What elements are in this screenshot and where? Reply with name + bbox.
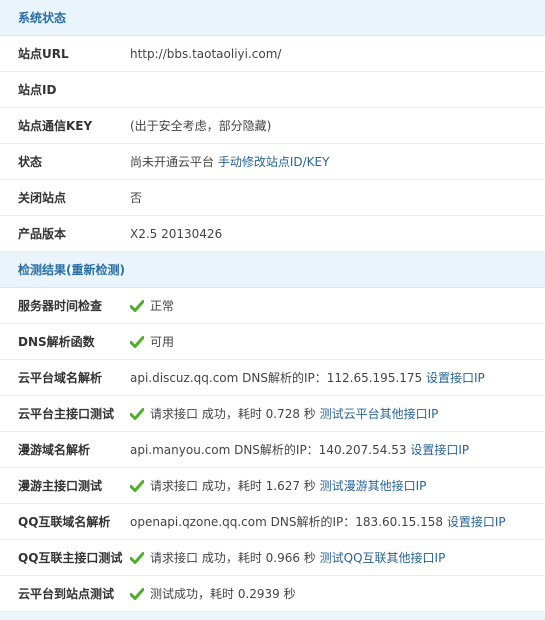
manyou-api-link[interactable]: 测试漫游其他接口IP (320, 477, 427, 494)
row-status: 状态 尚未开通云平台 手动修改站点ID/KEY (0, 144, 545, 180)
manyou-dns-value: api.manyou.com DNS解析的IP：140.207.54.53 (130, 443, 407, 457)
row-cloud-api: 云平台主接口测试 请求接口 成功，耗时 0.728 秒 测试云平台其他接口IP (0, 396, 545, 432)
qq-api-value: 请求接口 成功，耗时 0.966 秒 (150, 551, 316, 565)
row-qq-dns: QQ互联域名解析 openapi.qzone.qq.com DNS解析的IP：18… (0, 504, 545, 540)
version-label: 产品版本 (18, 227, 67, 241)
check-results-title: 检测结果( (18, 263, 72, 277)
status-value-wrap: 尚未开通云平台 手动修改站点ID/KEY (130, 153, 329, 170)
dns-function-label: DNS解析函数 (18, 335, 95, 349)
row-site-id: 站点ID (0, 72, 545, 108)
system-status-title: 系统状态 (18, 11, 67, 25)
cloud-api-link[interactable]: 测试云平台其他接口IP (320, 405, 439, 422)
cloud-to-site-value: 测试成功，耗时 0.2939 秒 (150, 587, 296, 601)
qq-api-label: QQ互联主接口测试 (18, 551, 123, 565)
cloud-dns-label: 云平台域名解析 (18, 371, 103, 385)
qq-dns-value: openapi.qzone.qq.com DNS解析的IP：183.60.15.… (130, 515, 444, 529)
row-qq-api: QQ互联主接口测试 请求接口 成功，耗时 0.966 秒 测试QQ互联其他接口IP (0, 540, 545, 576)
row-dns-function: DNS解析函数 可用 (0, 324, 545, 360)
manyou-api-label: 漫游主接口测试 (18, 479, 103, 493)
qq-dns-link[interactable]: 设置接口IP (447, 513, 506, 530)
system-status-header: 系统状态 (0, 0, 545, 36)
row-cloud-dns: 云平台域名解析 api.discuz.qq.com DNS解析的IP：112.65… (0, 360, 545, 396)
manyou-api-value-wrap: 请求接口 成功，耗时 1.627 秒 测试漫游其他接口IP (130, 477, 426, 494)
row-close-site: 关闭站点 否 (0, 180, 545, 216)
check-icon (130, 551, 144, 564)
check-icon (130, 407, 144, 420)
check-results-list: 服务器时间检查 正常 DNS解析函数 可用云平台域名解析 api.discuz.qq.c… (0, 288, 545, 612)
row-site-key: 站点通信KEY (出于安全考虑，部分隐藏) (0, 108, 545, 144)
cloud-api-label: 云平台主接口测试 (18, 407, 115, 421)
cloud-api-value: 请求接口 成功，耗时 0.728 秒 (150, 407, 316, 421)
site-id-label: 站点ID (18, 83, 57, 97)
row-cloud-to-site: 云平台到站点测试 测试成功，耗时 0.2939 秒 (0, 576, 545, 612)
row-version: 产品版本 X2.5 20130426 (0, 216, 545, 252)
manyou-dns-link[interactable]: 设置接口IP (410, 441, 469, 458)
cloud-dns-link[interactable]: 设置接口IP (426, 369, 485, 386)
cloud-status-panel: 系统状态 站点URL http://bbs.taotaoliyi.com/ 站点… (0, 0, 545, 620)
cloud-to-site-label: 云平台到站点测试 (18, 587, 115, 601)
version-value: X2.5 20130426 (130, 226, 223, 241)
check-results-header: 检测结果(重新检测) (0, 252, 545, 288)
recheck-link[interactable]: 重新检测 (72, 263, 120, 277)
cloud-to-site-value-wrap: 测试成功，耗时 0.2939 秒 (130, 585, 296, 602)
dns-function-value: 可用 (150, 335, 175, 349)
server-time-value-wrap: 正常 (130, 297, 174, 314)
manyou-dns-value-wrap: api.manyou.com DNS解析的IP：140.207.54.53 设置… (130, 441, 469, 458)
dns-function-value-wrap: 可用 (130, 333, 174, 350)
check-icon (130, 299, 144, 312)
qq-dns-label: QQ互联域名解析 (18, 515, 111, 529)
row-manyou-dns: 漫游域名解析 api.manyou.com DNS解析的IP：140.207.54… (0, 432, 545, 468)
status-value: 尚未开通云平台 (130, 155, 215, 169)
check-icon (130, 587, 144, 600)
server-time-value: 正常 (150, 299, 175, 313)
server-time-label: 服务器时间检查 (18, 299, 103, 313)
qq-api-value-wrap: 请求接口 成功，耗时 0.966 秒 测试QQ互联其他接口IP (130, 549, 445, 566)
row-site-url: 站点URL http://bbs.taotaoliyi.com/ (0, 36, 545, 72)
manyou-api-value: 请求接口 成功，耗时 1.627 秒 (150, 479, 316, 493)
close-site-value: 否 (130, 191, 143, 205)
check-results-title-end: ) (119, 263, 125, 277)
cloud-dns-value: api.discuz.qq.com DNS解析的IP：112.65.195.17… (130, 371, 423, 385)
site-url-value: http://bbs.taotaoliyi.com/ (130, 46, 282, 61)
cloud-api-value-wrap: 请求接口 成功，耗时 0.728 秒 测试云平台其他接口IP (130, 405, 438, 422)
qq-api-link[interactable]: 测试QQ互联其他接口IP (320, 549, 446, 566)
row-server-time: 服务器时间检查 正常 (0, 288, 545, 324)
row-manyou-api: 漫游主接口测试 请求接口 成功，耗时 1.627 秒 测试漫游其他接口IP (0, 468, 545, 504)
close-site-label: 关闭站点 (18, 191, 67, 205)
cloud-dns-value-wrap: api.discuz.qq.com DNS解析的IP：112.65.195.17… (130, 369, 485, 386)
qq-dns-value-wrap: openapi.qzone.qq.com DNS解析的IP：183.60.15.… (130, 513, 506, 530)
manyou-dns-label: 漫游域名解析 (18, 443, 91, 457)
site-key-value: (出于安全考虑，部分隐藏) (130, 119, 272, 133)
check-icon (130, 335, 144, 348)
site-key-label: 站点通信KEY (18, 119, 93, 133)
site-url-label: 站点URL (18, 47, 69, 61)
edit-site-key-link[interactable]: 手动修改站点ID/KEY (218, 153, 330, 170)
check-icon (130, 479, 144, 492)
status-label: 状态 (18, 155, 43, 169)
